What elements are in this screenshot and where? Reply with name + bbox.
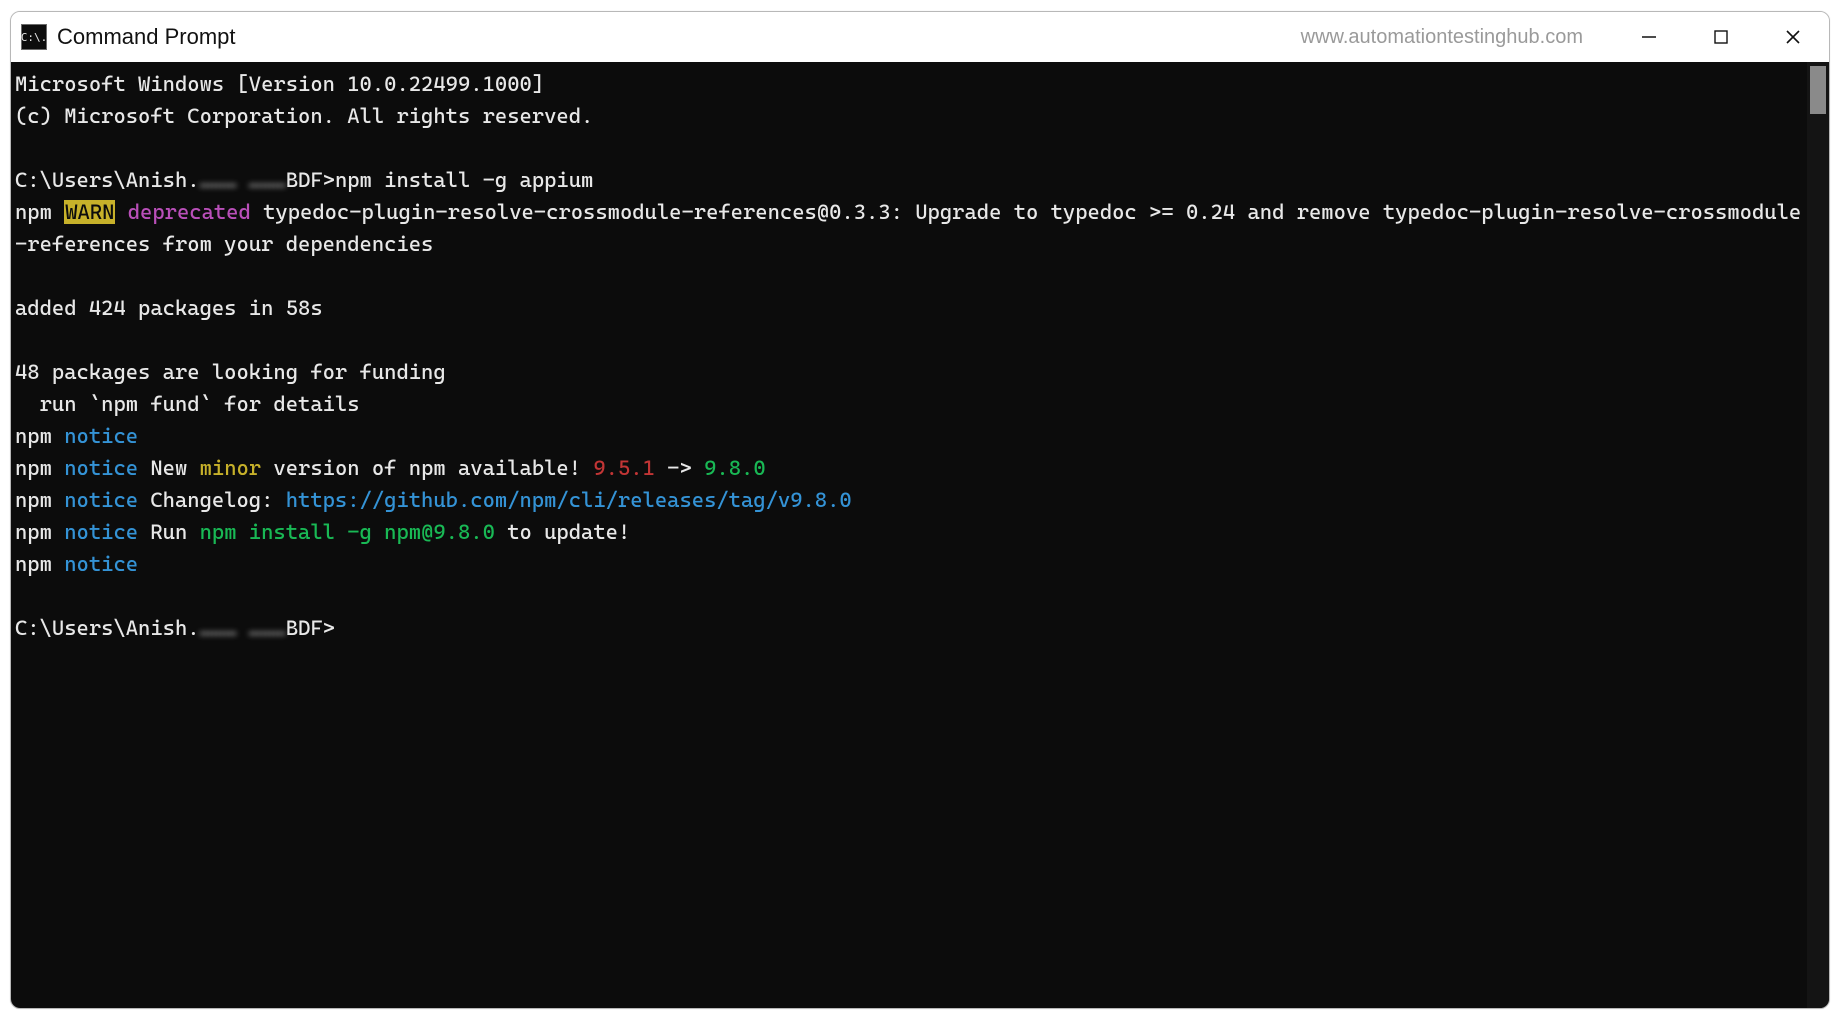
typed-command: npm install -g appium	[335, 168, 593, 192]
new-version: 9.8.0	[704, 456, 766, 480]
warn-message: typedoc-plugin-resolve-crossmodule-refer…	[15, 200, 1801, 256]
notice-text: version of npm available!	[261, 456, 593, 480]
notice-label: notice	[64, 520, 138, 544]
run-pre: Run	[138, 520, 200, 544]
warn-badge: WARN	[64, 200, 115, 224]
npm-label: npm	[15, 200, 64, 224]
npm-label: npm	[15, 488, 64, 512]
titlebar[interactable]: C:\. Command Prompt www.automationtestin…	[11, 12, 1829, 62]
prompt-path: C:\Users\Anish.	[15, 616, 200, 640]
changelog-pre: Changelog:	[138, 488, 286, 512]
notice-label: notice	[64, 424, 138, 448]
maximize-button[interactable]	[1685, 12, 1757, 62]
prompt-suffix: BDF>	[286, 168, 335, 192]
cmd-icon-label: C:\.	[21, 32, 48, 43]
minimize-icon	[1640, 28, 1658, 46]
command-prompt-window: C:\. Command Prompt www.automationtestin…	[10, 11, 1830, 1009]
npm-label: npm	[15, 456, 64, 480]
funding-line: run `npm fund` for details	[15, 392, 360, 416]
notice-label: notice	[64, 456, 138, 480]
close-button[interactable]	[1757, 12, 1829, 62]
scrollbar-thumb[interactable]	[1810, 66, 1826, 114]
banner-line: (c) Microsoft Corporation. All rights re…	[15, 104, 593, 128]
minimize-button[interactable]	[1613, 12, 1685, 62]
changelog-link: https://github.com/npm/cli/releases/tag/…	[286, 488, 852, 512]
terminal-area: Microsoft Windows [Version 10.0.22499.10…	[11, 62, 1829, 1008]
added-line: added 424 packages in 58s	[15, 296, 323, 320]
notice-label: notice	[64, 488, 138, 512]
notice-text: New	[138, 456, 200, 480]
prompt-path: C:\Users\Anish.	[15, 168, 200, 192]
banner-line: Microsoft Windows [Version 10.0.22499.10…	[15, 72, 544, 96]
scrollbar[interactable]	[1807, 62, 1829, 1008]
watermark-text: www.automationtestinghub.com	[1301, 26, 1583, 49]
close-icon	[1784, 28, 1802, 46]
prompt-suffix: BDF>	[286, 616, 335, 640]
maximize-icon	[1713, 29, 1729, 45]
notice-arrow: ->	[655, 456, 704, 480]
terminal-output[interactable]: Microsoft Windows [Version 10.0.22499.10…	[11, 62, 1807, 1008]
npm-label: npm	[15, 552, 64, 576]
funding-line: 48 packages are looking for funding	[15, 360, 446, 384]
deprecated-label: deprecated	[115, 200, 250, 224]
notice-label: notice	[64, 552, 138, 576]
old-version: 9.5.1	[593, 456, 655, 480]
prompt-redacted: ……… ………	[200, 168, 286, 192]
npm-label: npm	[15, 520, 64, 544]
run-cmd: npm install -g npm@9.8.0	[200, 520, 495, 544]
notice-minor: minor	[200, 456, 262, 480]
cmd-icon: C:\.	[21, 24, 47, 50]
run-post: to update!	[495, 520, 630, 544]
prompt-redacted: ……… ………	[200, 616, 286, 640]
window-controls	[1613, 12, 1829, 62]
window-title: Command Prompt	[57, 24, 236, 50]
npm-label: npm	[15, 424, 64, 448]
